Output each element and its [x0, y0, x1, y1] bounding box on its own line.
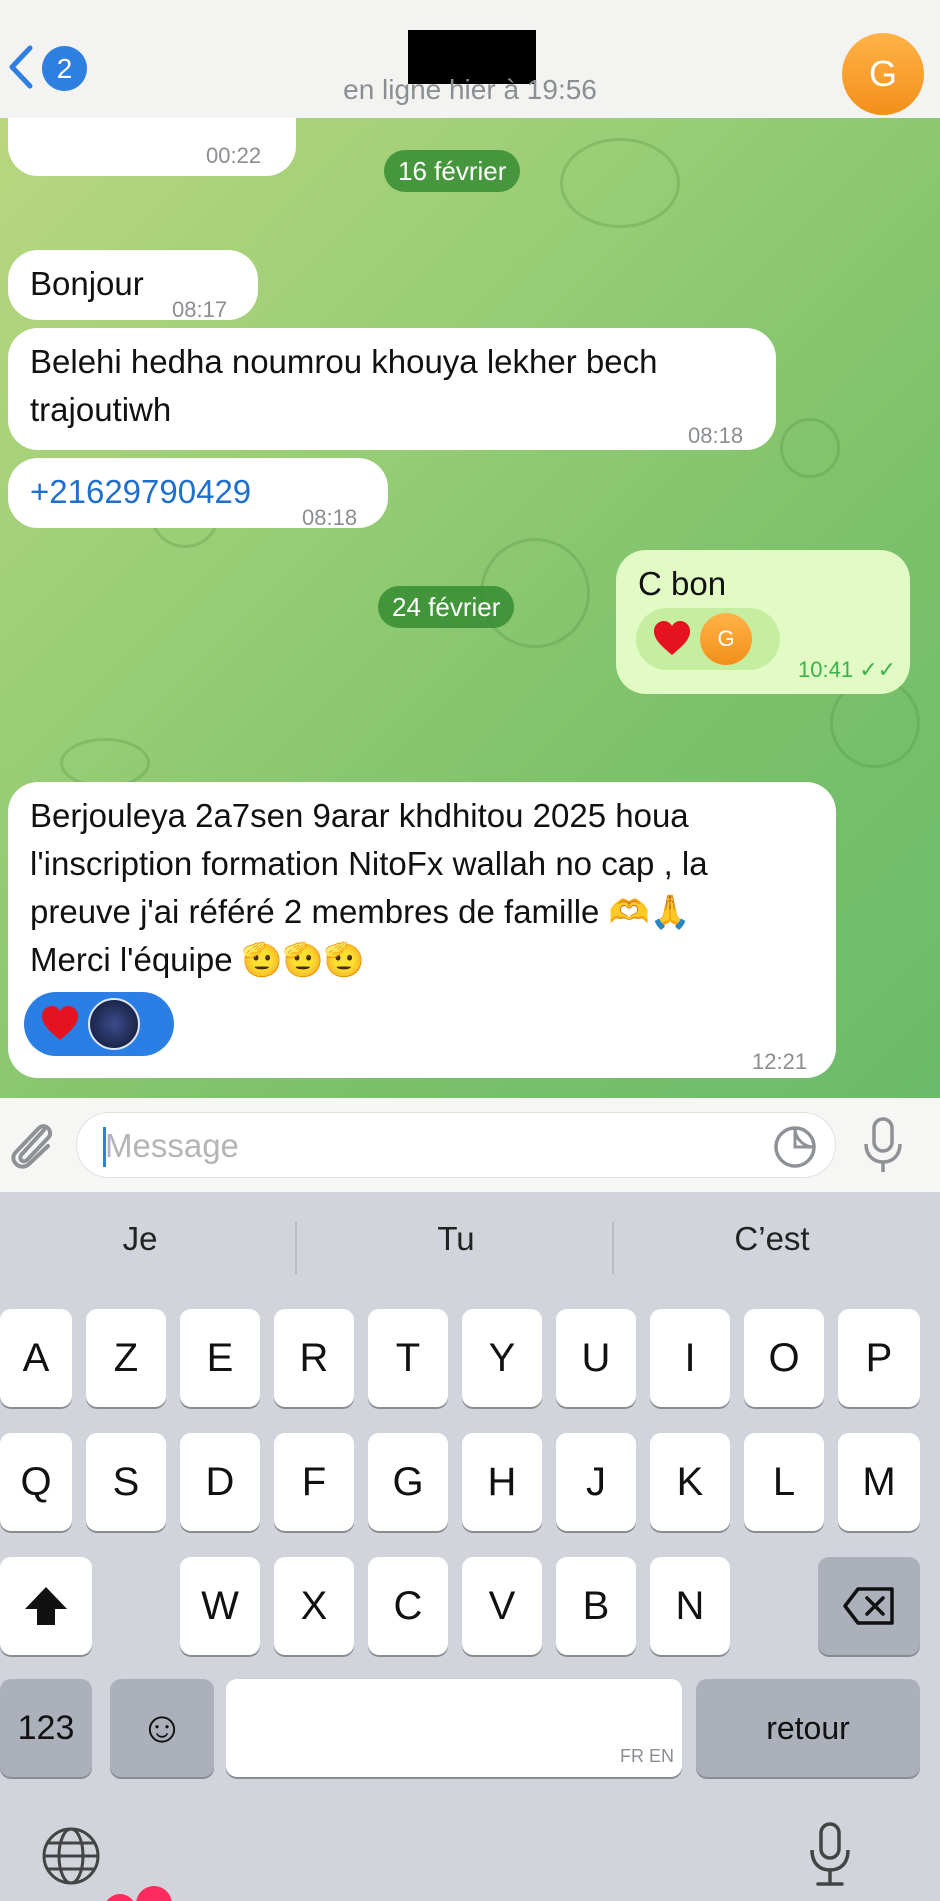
- key-f[interactable]: F: [274, 1433, 354, 1531]
- message-text-line: Berjouleya 2a7sen 9arar khdhitou 2025 ho…: [30, 797, 689, 834]
- backspace-icon: [843, 1587, 894, 1625]
- message-time: 08:18: [688, 423, 744, 448]
- key-r[interactable]: R: [274, 1309, 354, 1407]
- chat-area[interactable]: 00:22 16 février Bonjour 08:17 Belehi he…: [0, 118, 940, 1098]
- key-o[interactable]: O: [744, 1309, 824, 1407]
- reaction-chip[interactable]: G: [636, 608, 780, 670]
- message-text-line: Merci l'équipe 🫡🫡🫡: [30, 941, 365, 978]
- key-e[interactable]: E: [180, 1309, 260, 1407]
- key-a[interactable]: A: [0, 1309, 72, 1407]
- emoji-key[interactable]: ☺: [110, 1679, 214, 1777]
- key-h[interactable]: H: [462, 1433, 542, 1531]
- key-p[interactable]: P: [838, 1309, 920, 1407]
- globe-icon[interactable]: [40, 1825, 102, 1887]
- space-key[interactable]: FR EN: [226, 1679, 682, 1777]
- message-bubble-incoming[interactable]: +21629790429 08:18: [8, 458, 388, 530]
- message-time: 12:21: [752, 1049, 808, 1074]
- key-d[interactable]: D: [180, 1433, 260, 1531]
- key-x[interactable]: X: [274, 1557, 354, 1655]
- dictation-icon[interactable]: [808, 1822, 852, 1888]
- key-v[interactable]: V: [462, 1557, 542, 1655]
- suggestion-bar: Je Tu C’est: [0, 1192, 940, 1304]
- paperclip-icon[interactable]: [4, 1116, 58, 1174]
- numbers-key[interactable]: 123: [0, 1679, 92, 1777]
- message-bubble-incoming[interactable]: Belehi hedha noumrou khouya lekher bech …: [8, 328, 776, 450]
- key-t[interactable]: T: [368, 1309, 448, 1407]
- message-bubble-incoming[interactable]: Bonjour 08:17: [8, 250, 258, 322]
- reactor-avatar-logo: [88, 998, 140, 1050]
- composer-bar: [0, 1098, 940, 1192]
- heart-icon: [654, 621, 690, 655]
- message-time: 00:22: [206, 143, 262, 168]
- message-field[interactable]: [76, 1112, 836, 1178]
- shift-key[interactable]: [0, 1557, 92, 1655]
- message-text: C bon: [638, 565, 727, 602]
- floating-hearts-icon: [106, 1886, 172, 1901]
- message-bubble-outgoing[interactable]: C bon G 10:41 ✓✓: [616, 550, 910, 694]
- key-q[interactable]: Q: [0, 1433, 72, 1531]
- key-w[interactable]: W: [180, 1557, 260, 1655]
- language-indicator: FR EN: [620, 1746, 674, 1766]
- wallpaper-doodle: [60, 738, 150, 788]
- key-l[interactable]: L: [744, 1433, 824, 1531]
- suggestion-divider: [295, 1222, 297, 1274]
- keyboard: Je Tu C’est: [0, 1192, 940, 1901]
- heart-icon: [42, 1006, 78, 1040]
- backspace-key[interactable]: [818, 1557, 920, 1655]
- last-seen-status: en ligne hier à 19:56: [343, 74, 597, 105]
- return-key[interactable]: retour: [696, 1679, 920, 1777]
- phone-number-link[interactable]: +21629790429: [30, 473, 251, 510]
- key-k[interactable]: K: [650, 1433, 730, 1531]
- key-i[interactable]: I: [650, 1309, 730, 1407]
- message-text-line: preuve j'ai référé 2 membres de famille …: [30, 893, 691, 930]
- suggestion-2[interactable]: Tu: [356, 1220, 556, 1258]
- emoji-icon: ☺: [139, 1703, 185, 1752]
- date-separator: 16 février: [384, 150, 521, 192]
- key-y[interactable]: Y: [462, 1309, 542, 1407]
- key-b[interactable]: B: [556, 1557, 636, 1655]
- chat-header: 2 en ligne hier à 19:56 G: [0, 0, 940, 118]
- key-n[interactable]: N: [650, 1557, 730, 1655]
- read-checkmarks-icon: ✓✓: [859, 657, 897, 682]
- wallpaper-doodle: [780, 418, 840, 478]
- message-text-line: l'inscription formation NitoFx wallah no…: [30, 845, 708, 882]
- key-g[interactable]: G: [368, 1433, 448, 1531]
- key-z[interactable]: Z: [86, 1309, 166, 1407]
- message-time: 08:17: [172, 297, 228, 322]
- suggestion-3[interactable]: C’est: [672, 1220, 872, 1258]
- key-s[interactable]: S: [86, 1433, 166, 1531]
- reaction-chip[interactable]: [24, 992, 174, 1056]
- message-time: 10:41 ✓✓: [798, 646, 896, 694]
- key-m[interactable]: M: [838, 1433, 920, 1531]
- message-text-line: trajoutiwh: [30, 391, 172, 428]
- date-separator: 24 février: [378, 586, 515, 628]
- message-input[interactable]: [105, 1121, 745, 1171]
- message-time-text: 10:41: [798, 657, 854, 682]
- message-bubble-previous[interactable]: 00:22: [8, 118, 296, 176]
- contact-avatar[interactable]: G: [842, 33, 924, 115]
- wallpaper-doodle: [560, 138, 680, 228]
- reactor-avatar: G: [700, 613, 752, 665]
- message-text-line: Belehi hedha noumrou khouya lekher bech: [30, 343, 658, 380]
- message-time: 08:18: [302, 505, 358, 530]
- microphone-icon[interactable]: [860, 1116, 906, 1174]
- suggestion-divider: [612, 1222, 614, 1274]
- shift-icon: [25, 1587, 67, 1625]
- key-c[interactable]: C: [368, 1557, 448, 1655]
- suggestion-1[interactable]: Je: [40, 1220, 240, 1258]
- key-u[interactable]: U: [556, 1309, 636, 1407]
- message-text: Bonjour: [30, 265, 144, 302]
- key-j[interactable]: J: [556, 1433, 636, 1531]
- sticker-icon[interactable]: [773, 1125, 817, 1169]
- message-bubble-incoming[interactable]: Berjouleya 2a7sen 9arar khdhitou 2025 ho…: [8, 782, 836, 1078]
